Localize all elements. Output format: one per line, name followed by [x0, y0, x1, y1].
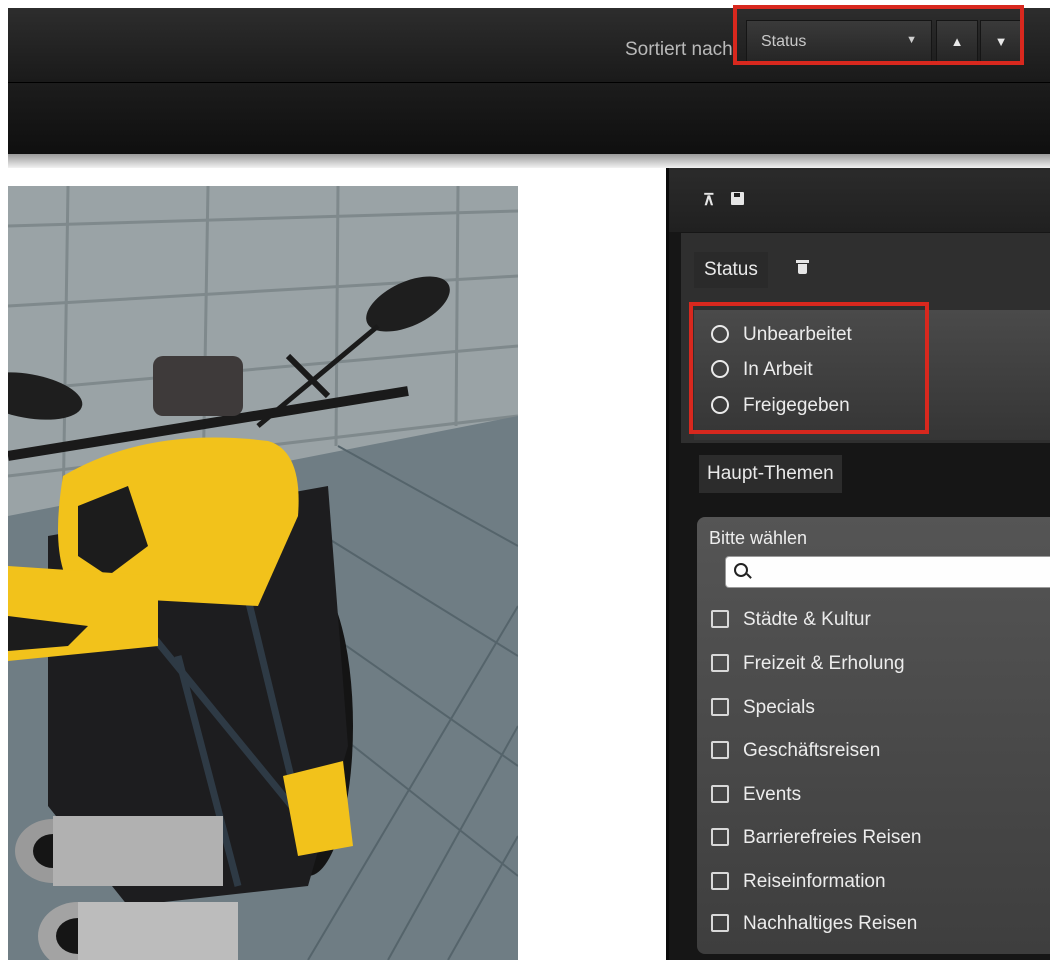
highlight-frame-status — [689, 302, 929, 434]
checkbox-reiseinformation[interactable]: Reiseinformation — [711, 867, 886, 897]
panel-toolbar: ⊼ — [669, 168, 1050, 232]
highlight-frame-sort — [733, 5, 1024, 65]
checkbox-icon — [711, 828, 729, 846]
toolbar-shadow — [8, 154, 1050, 168]
checkbox-staedte-kultur[interactable]: Städte & Kultur — [711, 605, 871, 635]
checkbox-icon — [711, 914, 729, 932]
properties-panel: ⊼ Status Unbearbeitet In Arbeit Freigege… — [666, 168, 1050, 960]
search-icon — [734, 563, 748, 577]
checkbox-label: Barrierefreies Reisen — [743, 827, 922, 848]
checkbox-icon — [711, 610, 729, 628]
checkbox-label: Events — [743, 784, 802, 805]
status-label: Status — [694, 252, 768, 288]
checkbox-label: Nachhaltiges Reisen — [743, 913, 918, 934]
checkbox-geschaeftsreisen[interactable]: Geschäftsreisen — [711, 736, 880, 766]
checkbox-icon — [711, 741, 729, 759]
checkbox-icon — [711, 698, 729, 716]
pin-icon[interactable]: ⊼ — [703, 190, 715, 210]
trash-icon[interactable] — [796, 260, 809, 274]
checkbox-label: Specials — [743, 697, 815, 718]
checkbox-icon — [711, 872, 729, 890]
topics-label: Haupt-Themen — [699, 455, 842, 493]
choose-label: Bitte wählen — [709, 528, 808, 548]
checkbox-label: Städte & Kultur — [743, 609, 871, 630]
checkbox-icon — [711, 785, 729, 803]
checkbox-specials[interactable]: Specials — [711, 693, 815, 723]
checkbox-barrierefreies-reisen[interactable]: Barrierefreies Reisen — [711, 823, 921, 853]
checkbox-label: Reiseinformation — [743, 871, 886, 892]
checkbox-freizeit-erholung[interactable]: Freizeit & Erholung — [711, 649, 905, 679]
sort-label: Sortiert nach: — [625, 39, 738, 60]
motorcycle-image — [8, 186, 518, 960]
checkbox-nachhaltiges-reisen[interactable]: Nachhaltiges Reisen — [711, 909, 917, 939]
save-icon[interactable] — [731, 192, 744, 205]
checkbox-label: Geschäftsreisen — [743, 740, 881, 761]
checkbox-label: Freizeit & Erholung — [743, 653, 905, 674]
topics-search-input[interactable] — [725, 556, 1050, 588]
motorcycle-photo[interactable] — [8, 186, 518, 960]
checkbox-events[interactable]: Events — [711, 780, 801, 810]
secondary-toolbar — [8, 82, 1050, 155]
checkbox-icon — [711, 654, 729, 672]
